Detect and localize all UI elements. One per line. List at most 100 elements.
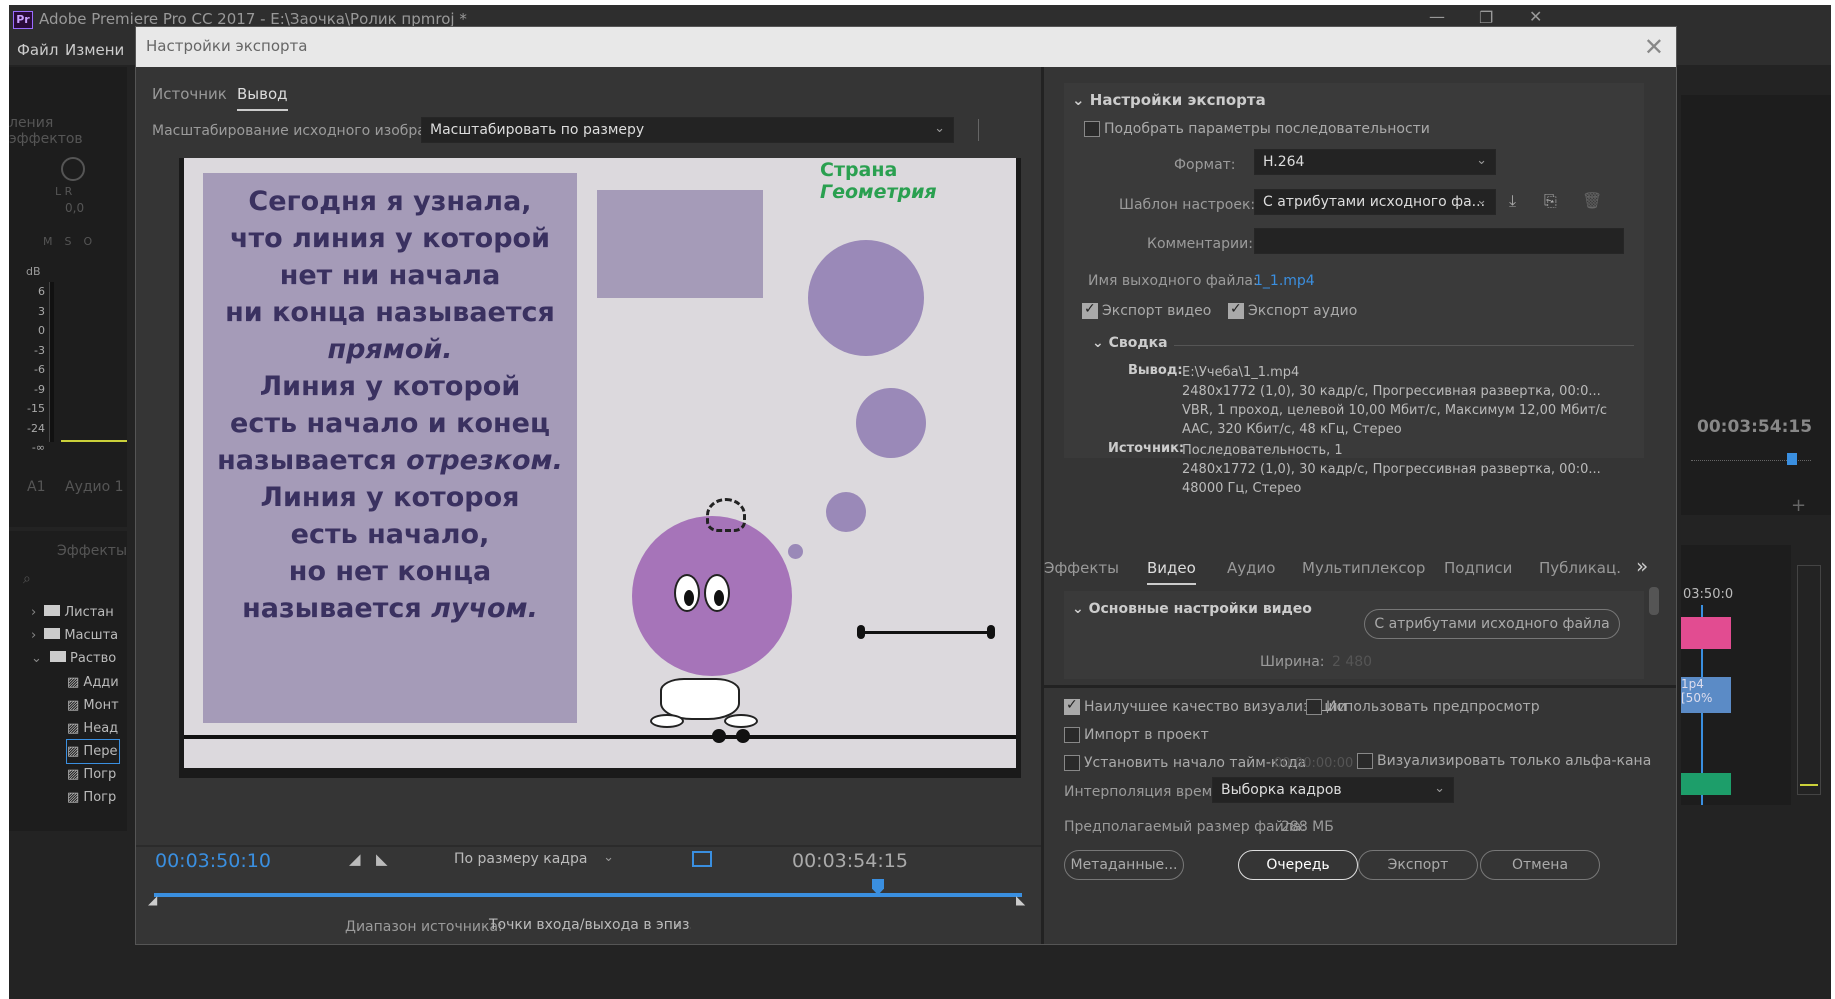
output-name-label: Имя выходного файла:	[1088, 273, 1258, 289]
chevron-down-icon: ⌄	[1476, 193, 1487, 208]
track-audio1: Аудио 1	[65, 479, 124, 495]
tab-output[interactable]: Вывод	[237, 85, 288, 111]
current-timecode[interactable]: 00:03:50:10	[155, 850, 271, 872]
effects-panel: Эффекты ⌕ › Листан › Масшта ⌄ Раство ▨ А…	[9, 531, 127, 831]
import-preset-icon[interactable]: ⎘	[1544, 191, 1557, 211]
pane-divider[interactable]	[1041, 67, 1044, 944]
tab-captions[interactable]: Подписи	[1444, 559, 1512, 577]
meter-lr: L R	[55, 185, 73, 198]
character-foot-right	[724, 714, 758, 728]
width-value[interactable]: 2 480	[1332, 654, 1372, 670]
in-point-icon[interactable]: ◢	[148, 893, 157, 907]
out-point-icon[interactable]: ◣	[1016, 893, 1025, 907]
cancel-button[interactable]: Отмена	[1480, 850, 1600, 880]
premiere-logo-icon: Pr	[13, 11, 33, 29]
minimize-icon[interactable]: —	[1429, 7, 1445, 26]
search-icon[interactable]: ⌕	[23, 571, 31, 587]
msr-buttons[interactable]: MSO	[43, 235, 104, 248]
export-button[interactable]: Экспорт	[1358, 850, 1478, 880]
fit-dropdown[interactable]: По размеру кадра ⌄	[446, 847, 622, 873]
aspect-icon[interactable]	[692, 851, 712, 867]
export-video-checkbox[interactable]: Экспорт видео	[1082, 301, 1211, 319]
settings-pane: ⌄ Настройки экспорта Подобрать параметры…	[1044, 67, 1676, 944]
time-slider[interactable]	[154, 893, 1022, 897]
basic-video-settings: ⌄ Основные настройки видео С атрибутами …	[1064, 591, 1644, 679]
metadata-button[interactable]: Метаданные...	[1064, 850, 1184, 880]
output-name-link[interactable]: 1_1.mp4	[1254, 273, 1315, 289]
import-project-checkbox[interactable]: Импорт в проект	[1064, 727, 1209, 743]
tab-effects[interactable]: Эффекты	[1044, 559, 1119, 577]
summary-source-label: Источник:	[1108, 441, 1185, 456]
comments-field[interactable]	[1254, 228, 1624, 254]
alpha-only-checkbox[interactable]: Визуализировать только альфа-кана	[1357, 753, 1651, 769]
set-start-tc-checkbox[interactable]: Установить начало тайм-кода	[1064, 755, 1306, 771]
folder-item: › Масшта	[31, 628, 119, 643]
timeline-bg: 03:50:0 1p4 [50%	[1681, 545, 1791, 805]
set-in-icon[interactable]: ◢	[349, 850, 361, 868]
meter-value: 0,0	[65, 201, 85, 215]
interp-dropdown[interactable]: Выборка кадров ⌄	[1212, 777, 1454, 803]
scrollbar[interactable]	[1649, 587, 1659, 615]
more-tabs-icon[interactable]: »	[1636, 554, 1648, 578]
tiny-circle	[788, 544, 803, 559]
big-circle	[808, 240, 924, 356]
close-icon[interactable]: ✕	[1529, 7, 1542, 26]
preset-dropdown[interactable]: С атрибутами исходного фа... ⌄	[1254, 189, 1496, 215]
bg-timecode: 00:03:54:15	[1697, 417, 1813, 437]
effect-item: ▨ Монт	[67, 698, 119, 713]
maximize-icon[interactable]: ❐	[1479, 8, 1493, 27]
tab-publish[interactable]: Публикац.	[1539, 559, 1621, 577]
effects-tab[interactable]: Эффекты	[57, 543, 127, 559]
volume-line	[61, 440, 127, 442]
summary-source: Последовательность, 1 2480x1772 (1,0), 3…	[1182, 443, 1601, 496]
max-render-checkbox[interactable]: Наилучшее качество визуализации	[1064, 697, 1347, 715]
match-sequence-checkbox[interactable]: Подобрать параметры последовательности	[1084, 121, 1430, 137]
effect-item: ▨ Пере	[66, 739, 120, 764]
export-audio-checkbox[interactable]: Экспорт аудио	[1228, 301, 1357, 319]
bg-meter	[1797, 565, 1821, 795]
match-source-button[interactable]: С атрибутами исходного файла	[1364, 609, 1620, 639]
bg-timecode2: 03:50:0	[1683, 587, 1734, 602]
slide-textbox: Сегодня я узнала, что линия у которой не…	[203, 173, 577, 723]
export-settings-toggle[interactable]: ⌄ Настройки экспорта	[1072, 91, 1266, 109]
save-preset-icon[interactable]: ⤓	[1509, 191, 1516, 211]
start-tc-value[interactable]: 00:00:00:00	[1274, 756, 1353, 771]
video-preview: Сегодня я узнала, что линия у которой не…	[179, 158, 1021, 778]
use-previews-checkbox[interactable]: Использовать предпросмотр	[1306, 699, 1540, 715]
tab-multiplexer[interactable]: Мультиплексор	[1302, 559, 1425, 577]
chevron-down-icon: ⌄	[1476, 153, 1487, 168]
segment-end-b	[987, 625, 995, 639]
filesize-value: 288 МБ	[1281, 819, 1334, 835]
scaling-dropdown[interactable]: Масштабировать по размеру ⌄	[421, 117, 954, 143]
menu-edit[interactable]: Измени	[65, 41, 124, 59]
queue-button[interactable]: Очередь	[1238, 850, 1358, 880]
brand-title: Страна Геометрия	[820, 159, 937, 203]
status-bar	[9, 955, 1831, 999]
add-icon[interactable]: +	[1791, 495, 1806, 516]
menu-file[interactable]: Файл	[17, 41, 58, 59]
audio-mixer-panel: ления эффектов L R 0,0 MSO dB 6 3 0 -3 -6 -9-…	[9, 67, 127, 527]
format-dropdown[interactable]: H.264 ⌄	[1254, 149, 1496, 175]
filesize-label: Предполагаемый размер файла:	[1064, 819, 1306, 835]
basic-video-toggle[interactable]: ⌄ Основные настройки видео	[1072, 601, 1312, 617]
tab-source[interactable]: Источник	[152, 85, 227, 103]
effect-item: ▨ Адди	[67, 675, 119, 690]
pan-knob-icon[interactable]	[61, 157, 85, 181]
tab-video[interactable]: Видео	[1147, 559, 1196, 585]
dialog-close-icon[interactable]: ✕	[1644, 33, 1664, 61]
set-out-icon[interactable]: ◣	[376, 850, 388, 868]
source-range-dropdown[interactable]: Точки входа/выхода в эпиз... ⌄	[481, 913, 691, 939]
bg-playhead-icon	[1787, 453, 1797, 465]
bg-clip-pink	[1681, 617, 1731, 649]
audio-meter	[49, 282, 54, 442]
export-settings-section: ⌄ Настройки экспорта Подобрать параметры…	[1064, 83, 1644, 496]
format-label: Формат:	[1174, 157, 1236, 173]
effects-items[interactable]: ▨ Адди ▨ Монт ▨ Неад ▨ Пере ▨ Погр ▨ Пог…	[66, 671, 120, 809]
summary-toggle[interactable]: ⌄ Сводка	[1092, 335, 1168, 351]
program-monitor-bg: 00:03:54:15 +	[1681, 95, 1831, 516]
tab-audio[interactable]: Аудио	[1227, 559, 1275, 577]
effects-folders[interactable]: › Листан › Масшта ⌄ Раство	[31, 601, 118, 670]
segment-line	[860, 631, 992, 634]
delete-preset-icon[interactable]: 🗑	[1582, 191, 1602, 210]
ray-dot-b	[736, 729, 750, 743]
